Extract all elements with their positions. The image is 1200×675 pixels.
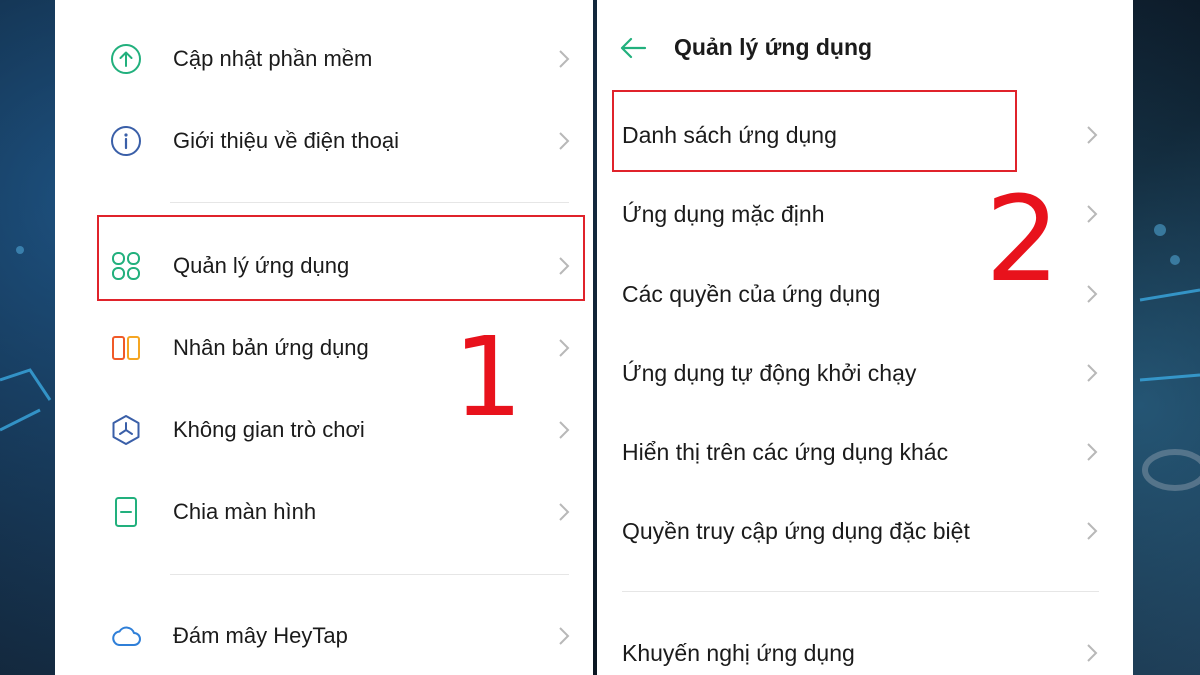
chevron-right-icon [559,132,570,150]
chevron-right-icon [559,339,570,357]
menu-item-label: Giới thiệu về điện thoại [173,128,400,153]
menu-item-label: Khuyến nghị ứng dụng [622,639,855,666]
divider [622,591,1099,592]
menu-item-label: Ứng dụng tự động khởi chạy [622,359,917,386]
menu-item-display-over-apps[interactable]: Hiển thị trên các ứng dụng khác [597,422,1133,482]
menu-item-label: Chia màn hình [173,499,317,524]
step-number: 1 [453,313,523,441]
chevron-right-icon [1087,522,1098,540]
right-settings-panel: Quản lý ứng dụng Danh sách ứng dụng Ứng … [597,0,1133,675]
menu-item-label: Nhân bản ứng dụng [173,335,369,360]
chevron-right-icon [1087,364,1098,382]
menu-item-special-access[interactable]: Quyền truy cập ứng dụng đặc biệt [597,501,1133,561]
menu-item-auto-launch[interactable]: Ứng dụng tự động khởi chạy [597,343,1133,403]
menu-item-software-update[interactable]: Cập nhật phần mềm [55,29,593,89]
chevron-right-icon [559,627,570,645]
chevron-right-icon [1087,285,1098,303]
chevron-right-icon [559,50,570,68]
highlight-box [97,215,585,301]
cloud-icon [110,620,142,652]
divider [170,574,569,575]
menu-item-app-recommendations[interactable]: Khuyến nghị ứng dụng [597,623,1133,675]
step-number: 2 [985,170,1061,308]
menu-item-label: Không gian trò chơi [173,417,365,442]
page-title: Quản lý ứng dụng [674,34,873,60]
menu-item-label: Ứng dụng mặc định [622,200,825,227]
chevron-right-icon [1087,443,1098,461]
chevron-right-icon [559,503,570,521]
left-settings-panel: Cập nhật phần mềm Giới thiệu về điện tho… [55,0,593,675]
game-space-icon [110,414,142,446]
menu-item-label: Cập nhật phần mềm [173,46,373,71]
menu-item-split-screen[interactable]: Chia màn hình [55,482,593,542]
chevron-right-icon [1087,644,1098,662]
split-screen-icon [110,496,142,528]
menu-item-about-phone[interactable]: Giới thiệu về điện thoại [55,111,593,171]
chevron-right-icon [559,421,570,439]
clone-icon [110,332,142,364]
menu-item-label: Hiển thị trên các ứng dụng khác [622,438,949,465]
chevron-right-icon [1087,126,1098,144]
arrow-up-circle-icon [110,43,142,75]
menu-item-label: Đám mây HeyTap [173,623,348,648]
info-icon [110,125,142,157]
back-arrow-icon[interactable] [619,36,647,60]
menu-item-label: Quyền truy cập ứng dụng đặc biệt [622,517,970,544]
highlight-box [612,90,1017,172]
menu-item-label: Các quyền của ứng dụng [622,280,881,307]
menu-item-heytap-cloud[interactable]: Đám mây HeyTap [55,606,593,666]
chevron-right-icon [1087,205,1098,223]
divider [170,202,569,203]
